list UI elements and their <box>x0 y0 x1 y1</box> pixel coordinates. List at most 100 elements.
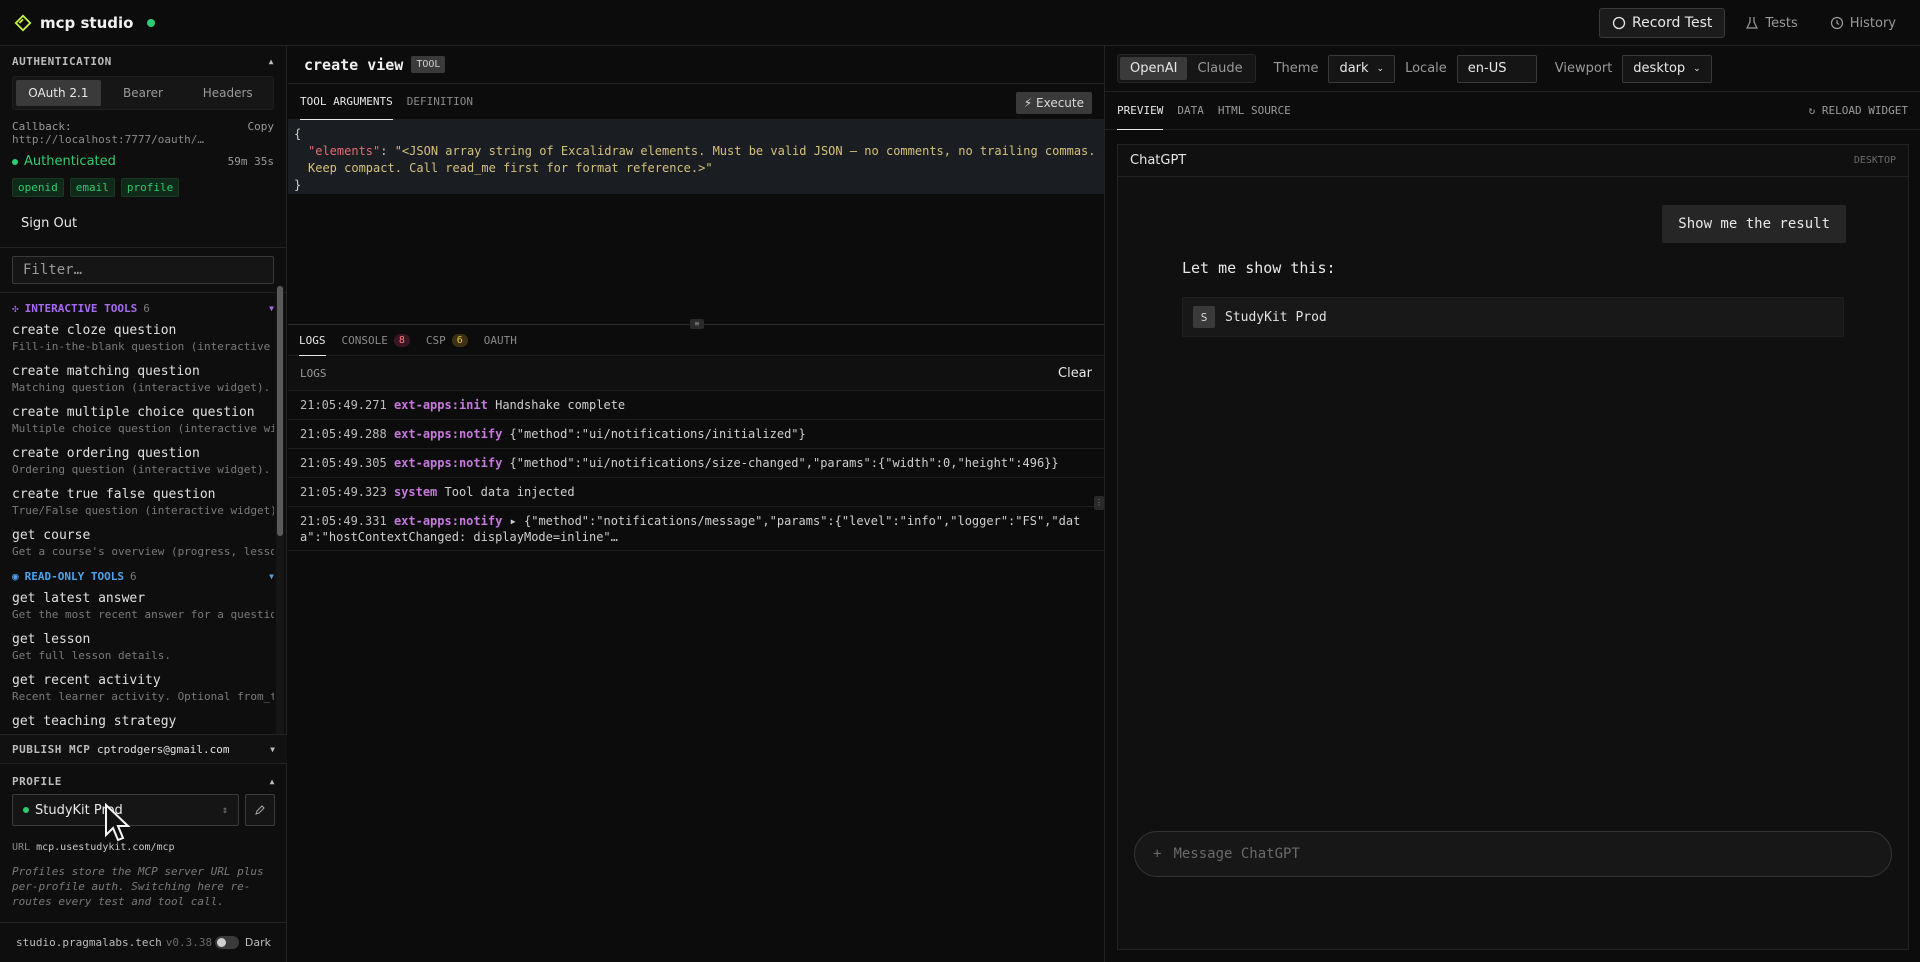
scrollbar-thumb[interactable] <box>277 286 283 536</box>
tool-item[interactable]: get teaching strategy <box>0 710 286 730</box>
tab-html-source[interactable]: HTML SOURCE <box>1218 92 1291 130</box>
pencil-icon <box>255 805 265 815</box>
chat-preview-header: ChatGPT DESKTOP <box>1118 145 1908 177</box>
viewport-mode: DESKTOP <box>1853 155 1896 166</box>
interactive-tools-label: INTERACTIVE TOOLS <box>24 301 138 315</box>
tool-item[interactable]: get recent activity Recent learner activi… <box>0 669 286 710</box>
tab-preview[interactable]: PREVIEW <box>1117 92 1164 130</box>
auth-tabs: OAuth 2.1 Bearer Headers <box>12 76 274 110</box>
left-sidebar: AUTHENTICATION ▲ OAuth 2.1 Bearer Header… <box>0 46 287 962</box>
chevron-updown-icon: ⇕ <box>221 804 228 816</box>
tool-item[interactable]: get lesson Get full lesson details. <box>0 628 286 669</box>
log-row[interactable]: 21:05:49.288 ext-apps:notify {"method":"… <box>288 420 1104 449</box>
tests-button[interactable]: Tests <box>1733 8 1809 38</box>
profile-section-title: PROFILE <box>12 774 62 788</box>
callback-row: Callback: http://localhost:7777/oauth/… … <box>0 120 286 146</box>
edit-profile-button[interactable] <box>245 794 275 826</box>
tool-name: create matching question <box>12 364 200 379</box>
record-test-button[interactable]: Record Test <box>1598 8 1726 38</box>
callback-url: http://localhost:7777/oauth/… <box>12 133 205 146</box>
host-openai[interactable]: OpenAI <box>1120 57 1188 80</box>
tab-oauth-logs[interactable]: OAUTH <box>484 326 517 356</box>
clear-logs-button[interactable]: Clear <box>1058 366 1092 381</box>
host-switch: OpenAI Claude <box>1117 54 1256 83</box>
scrollbar[interactable] <box>276 286 284 734</box>
tool-name: get course <box>12 528 91 543</box>
theme-select[interactable]: dark ⌄ <box>1328 54 1396 83</box>
publish-section-header[interactable]: PUBLISH MCP cptrodgers@gmail.com ▼ <box>0 734 287 764</box>
history-button[interactable]: History <box>1818 8 1908 38</box>
chat-app-name: ChatGPT <box>1130 153 1187 168</box>
tool-desc: Get a course's overview (progress, lesso… <box>12 545 274 558</box>
reload-widget-button[interactable]: ↻ RELOAD WIDGET <box>1809 104 1908 117</box>
plus-icon[interactable]: + <box>1153 846 1161 862</box>
widget-card[interactable]: S StudyKit Prod <box>1182 297 1844 337</box>
theme-toggle[interactable]: Dark <box>214 936 271 949</box>
log-row[interactable]: 21:05:49.271 ext-apps:init Handshake com… <box>288 391 1104 420</box>
widget-title: StudyKit Prod <box>1225 309 1327 325</box>
tool-desc: Get the most recent answer for a questio… <box>12 608 274 621</box>
log-row[interactable]: 21:05:49.323 system Tool data injected <box>288 478 1104 507</box>
tab-headers[interactable]: Headers <box>185 80 270 106</box>
log-list: 21:05:49.271 ext-apps:init Handshake com… <box>288 391 1104 551</box>
toggle-switch[interactable] <box>214 936 239 949</box>
logs-title: LOGS <box>300 367 327 380</box>
log-timestamp: 21:05:49.331 <box>300 514 387 528</box>
tool-item[interactable]: get latest answer Get the most recent ans… <box>0 587 286 628</box>
log-row[interactable]: 21:05:49.331 ext-apps:notify ▸ {"method"… <box>288 507 1104 551</box>
log-source: ext-apps:notify <box>393 427 503 441</box>
log-source: ext-apps:notify <box>393 514 503 528</box>
sign-out-button[interactable]: Sign Out <box>12 209 92 237</box>
copy-button[interactable]: Copy <box>248 120 275 146</box>
tool-item[interactable]: get course Get a course's overview (progr… <box>0 524 286 565</box>
tool-tabs: TOOL ARGUMENTS DEFINITION ⚡ Execute <box>288 84 1104 120</box>
profile-section: PROFILE ▲ <box>0 766 287 796</box>
site-link[interactable]: studio.pragmalabs.tech <box>16 936 162 949</box>
viewport-value: desktop <box>1633 61 1686 76</box>
vertical-resize-grip[interactable]: ⋮ <box>1094 496 1104 510</box>
tab-oauth[interactable]: OAuth 2.1 <box>16 80 101 106</box>
assistant-message: Let me show this: <box>1182 259 1336 277</box>
tool-item[interactable]: create true false question True/False que… <box>0 483 286 524</box>
logs-header: LOGS Clear <box>288 357 1104 391</box>
tab-csp[interactable]: CSP 6 <box>426 326 468 356</box>
readonly-tools-header[interactable]: ◉ READ-ONLY TOOLS 6 ▼ <box>0 565 286 587</box>
scope-badge: profile <box>120 178 180 197</box>
tool-badge: TOOL <box>411 56 446 73</box>
tab-tool-arguments[interactable]: TOOL ARGUMENTS <box>300 84 393 120</box>
tab-definition[interactable]: DEFINITION <box>407 84 473 120</box>
tool-desc: Ordering question (interactive widget). … <box>12 463 274 476</box>
tab-bearer[interactable]: Bearer <box>101 80 186 106</box>
eye-icon: ◉ <box>12 569 19 583</box>
interactive-tools-header[interactable]: ✣ INTERACTIVE TOOLS 6 ▼ <box>0 297 286 319</box>
tool-item[interactable]: create cloze question Fill-in-the-blank q… <box>0 319 286 360</box>
log-row[interactable]: 21:05:49.305 ext-apps:notify {"method":"… <box>288 449 1104 478</box>
locale-input[interactable]: en-US <box>1456 54 1537 83</box>
tab-console[interactable]: CONSOLE 8 <box>342 326 410 356</box>
profile-section-header[interactable]: PROFILE ▲ <box>0 766 287 796</box>
auth-section-title: AUTHENTICATION <box>12 54 112 68</box>
tool-item[interactable]: create matching question Matching questio… <box>0 360 286 401</box>
tab-console-label: CONSOLE <box>341 334 388 347</box>
host-claude[interactable]: Claude <box>1187 57 1252 80</box>
tool-name: create cloze question <box>12 323 177 338</box>
publish-email: cptrodgers@gmail.com <box>96 742 230 756</box>
readonly-tools-count: 6 <box>129 569 137 583</box>
auth-section-header[interactable]: AUTHENTICATION ▲ <box>0 46 286 76</box>
tab-data[interactable]: DATA <box>1177 92 1204 130</box>
tool-item[interactable]: create multiple choice question Multiple … <box>0 401 286 442</box>
tab-logs[interactable]: LOGS <box>299 326 326 356</box>
csp-count-badge: 6 <box>451 334 468 347</box>
tool-name: create true false question <box>12 487 216 502</box>
interactive-tools-count: 6 <box>143 301 150 315</box>
preview-options: OpenAI Claude Theme dark ⌄ Locale en-US V… <box>1105 46 1920 92</box>
viewport-select[interactable]: desktop ⌄ <box>1622 54 1712 83</box>
message-composer[interactable]: + Message ChatGPT <box>1134 831 1892 877</box>
chevron-down-icon: ⌄ <box>1376 63 1385 74</box>
tool-item[interactable]: create ordering question Ordering questio… <box>0 442 286 483</box>
chevron-down-icon: ▼ <box>269 303 274 313</box>
execute-button[interactable]: ⚡ Execute <box>1015 92 1092 114</box>
arguments-editor[interactable]: { "elements": "<JSON array string of Exc… <box>288 120 1104 194</box>
filter-input[interactable]: Filter… <box>12 256 274 284</box>
widget-avatar: S <box>1193 306 1215 328</box>
